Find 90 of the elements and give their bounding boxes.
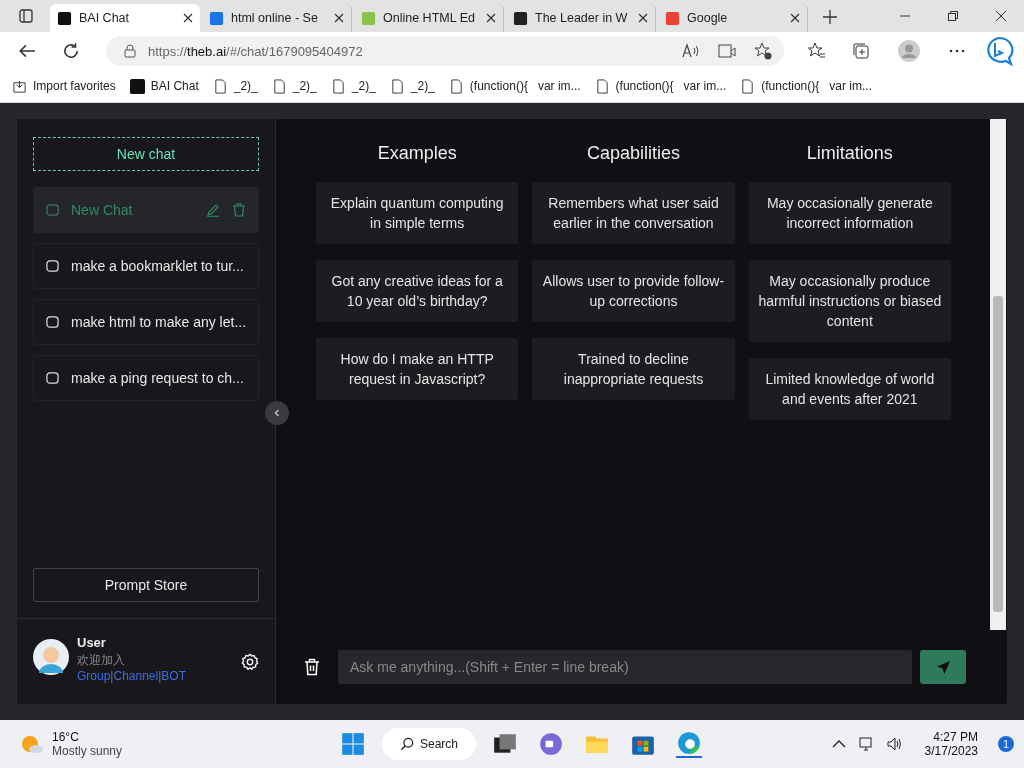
prompt-card[interactable]: Got any creative ideas for a 10 year old’s birthday? (316, 260, 519, 322)
chat-item[interactable]: New Chat (33, 187, 259, 233)
chat-item[interactable]: make html to make any let... (33, 299, 259, 345)
clock-time[interactable]: 4:27 PM (933, 730, 978, 744)
prompt-card[interactable]: Remembers what user said earlier in the conversation (532, 182, 735, 244)
column-heading: Limitations (805, 143, 894, 164)
edge-icon[interactable] (676, 730, 703, 758)
favorites-icon[interactable] (808, 42, 826, 60)
prompt-card[interactable]: May occasionally produce harmful instructions or biased content (748, 260, 951, 342)
favorite-item[interactable]: (function(){ var im... (740, 78, 872, 94)
prompt-store-button[interactable]: Prompt Store (33, 568, 259, 602)
chat-bubble-icon (46, 315, 59, 329)
add-favorite-icon[interactable] (754, 42, 772, 60)
close-icon[interactable] (183, 13, 193, 23)
favorite-item[interactable]: _2)_ (212, 78, 258, 94)
chat-item[interactable]: make a ping request to ch... (33, 355, 259, 401)
chat-bubble-icon (46, 259, 59, 273)
message-input[interactable]: Ask me anything...(Shift + Enter = line break) (338, 650, 912, 684)
favorite-item[interactable]: _2)_ (271, 78, 317, 94)
url-text: https://theb.ai/#/chat/1679095404972 (148, 43, 363, 59)
bing-chat-icon[interactable] (984, 36, 1014, 66)
page-icon (740, 78, 756, 94)
send-button[interactable] (920, 650, 966, 684)
address-bar[interactable]: https://theb.ai/#/chat/1679095404972 (106, 36, 784, 66)
refresh-icon[interactable] (62, 42, 80, 60)
page-icon (389, 78, 405, 94)
profile-avatar-icon[interactable] (898, 40, 920, 62)
close-icon[interactable] (790, 13, 800, 23)
restore-icon[interactable] (947, 10, 959, 22)
edit-icon[interactable] (206, 203, 220, 217)
page-icon (330, 78, 346, 94)
settings-icon[interactable] (241, 653, 259, 671)
chevron-left-icon (272, 408, 282, 418)
read-aloud-icon[interactable] (682, 42, 700, 60)
new-chat-button[interactable]: New chat (33, 137, 259, 171)
logo-icon (129, 78, 145, 94)
page-icon (271, 78, 287, 94)
favicon-icon (57, 10, 72, 26)
column-heading: Capabilities (585, 143, 681, 164)
chat-app-icon[interactable] (538, 731, 565, 757)
volume-icon[interactable] (886, 736, 903, 752)
lock-icon (124, 44, 136, 58)
prompt-card[interactable]: Allows user to provide follow-up corrections (532, 260, 735, 322)
favorite-item[interactable]: (function(){ var im... (594, 78, 727, 94)
favicon-icon (209, 10, 224, 26)
favicon-icon (361, 10, 376, 26)
favorite-item[interactable]: (function(){ var im... (448, 78, 581, 94)
close-icon[interactable] (638, 13, 648, 23)
join-link[interactable]: BOT (161, 669, 186, 683)
prompt-card[interactable]: How do I make an HTTP request in Javascript? (316, 338, 519, 400)
taskbar-search[interactable]: Search (382, 728, 477, 760)
welcome-text: 欢迎加入 Group|Channel|BOT (77, 652, 187, 684)
back-icon[interactable] (18, 42, 36, 60)
prompt-card[interactable]: Explain quantum computing in simple terms (316, 182, 519, 244)
network-icon[interactable] (858, 736, 875, 752)
send-icon (935, 659, 951, 675)
weather-text: Mostly sunny (52, 744, 123, 758)
favicon-icon (665, 10, 680, 26)
clock-date[interactable]: 3/17/2023 (924, 744, 978, 758)
prompt-card[interactable]: Limited knowledge of world and events after 2021 (748, 358, 951, 420)
favorite-item[interactable]: Import favorites (12, 78, 116, 94)
scrollbar[interactable] (990, 119, 1006, 630)
collections-icon[interactable] (852, 42, 870, 60)
page-icon (212, 78, 228, 94)
favorite-item[interactable]: BAI Chat (129, 78, 199, 94)
new-tab-icon[interactable] (822, 9, 838, 25)
browser-tab[interactable]: BAI Chat (50, 4, 200, 32)
favorite-item[interactable]: _2)_ (330, 78, 376, 94)
close-icon[interactable] (995, 10, 1007, 22)
prompt-card[interactable]: May occasionally generate incorrect information (748, 182, 951, 244)
user-avatar (33, 639, 69, 675)
collapse-sidebar-button[interactable] (265, 401, 289, 425)
favicon-icon (513, 10, 528, 26)
chat-bubble-icon (46, 203, 59, 217)
start-icon[interactable] (340, 731, 366, 757)
page-icon (448, 78, 464, 94)
search-icon (400, 737, 414, 751)
page-icon (594, 78, 610, 94)
user-name: User (77, 635, 107, 650)
notification-badge[interactable]: 1 (998, 736, 1014, 752)
tab-actions-icon[interactable] (18, 8, 34, 24)
chat-item[interactable]: make a bookmarklet to tur... (33, 243, 259, 289)
close-icon[interactable] (486, 13, 496, 23)
close-icon[interactable] (334, 13, 344, 23)
prompt-card[interactable]: Trained to decline inappropriate requests (532, 338, 735, 400)
temperature-text: 16°C (52, 730, 80, 744)
favorite-item[interactable]: _2)_ (389, 78, 435, 94)
import-icon (12, 78, 27, 94)
column-heading: Examples (376, 143, 458, 164)
chat-bubble-icon (46, 371, 59, 385)
